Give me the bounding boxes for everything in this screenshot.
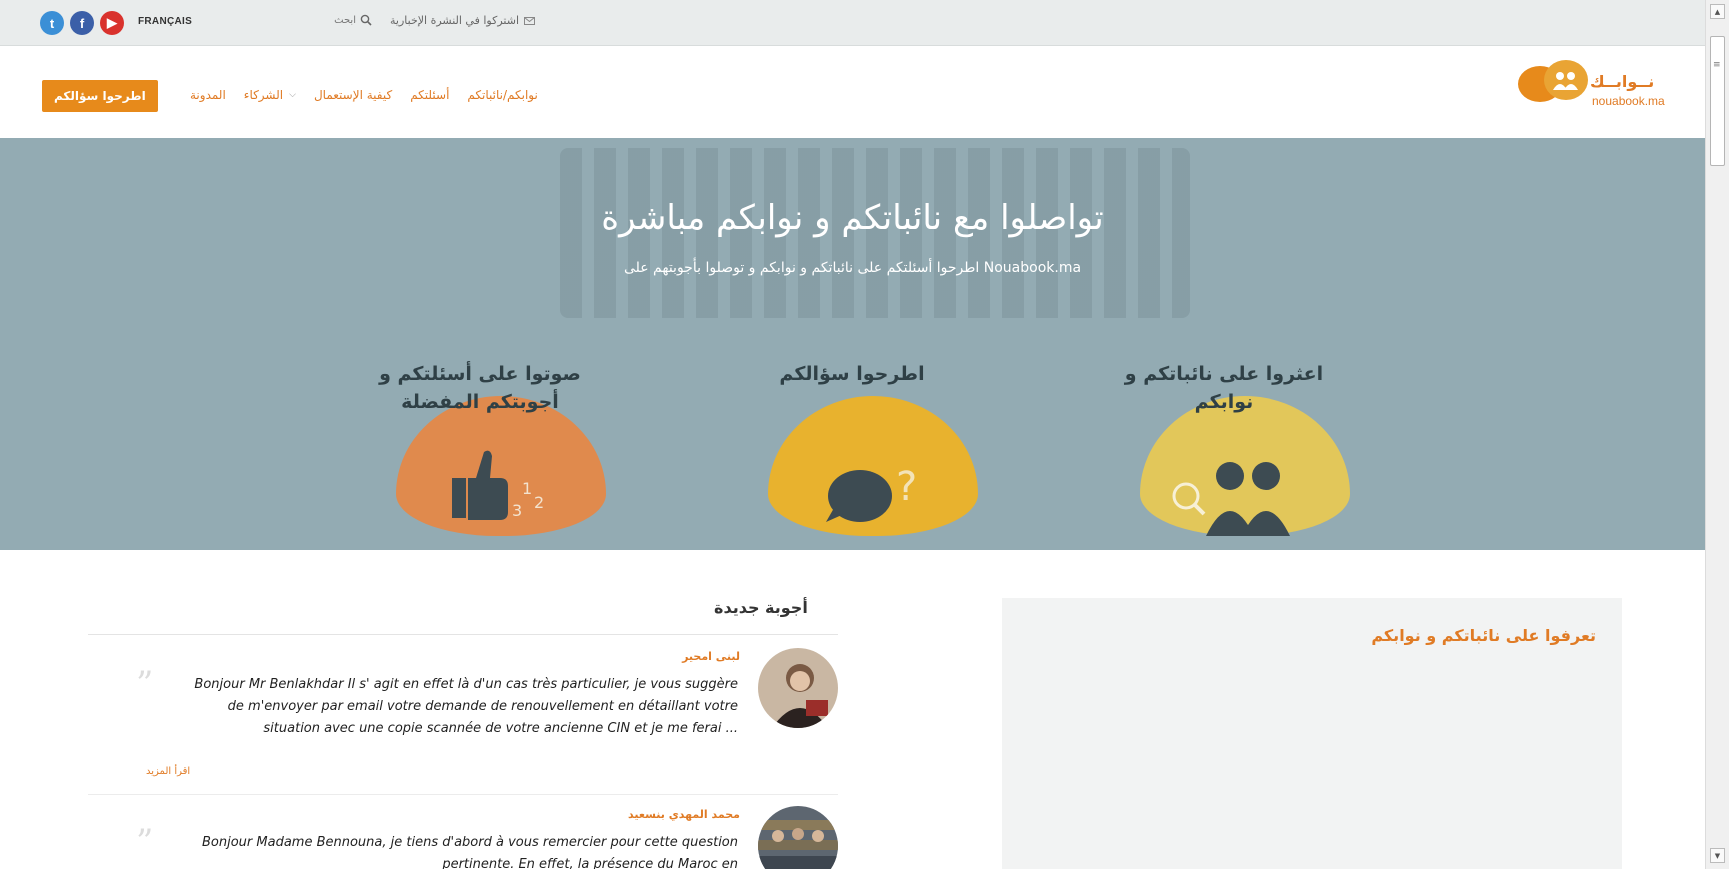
scroll-up-arrow-icon[interactable]: ▲ xyxy=(1710,4,1725,19)
chat-question-icon: ? xyxy=(826,464,917,522)
grip-icon: ≡ xyxy=(1713,60,1721,70)
feature-vote-label: صوتوا على أسئلتكم و أجوبتكم المفضلة xyxy=(379,363,581,413)
social-links: t f ▶ xyxy=(40,11,124,35)
svg-text:2: 2 xyxy=(534,493,544,512)
hero-title: تواصلوا مع نائباتكم و نوابكم مباشرة xyxy=(601,198,1104,238)
newsletter-link[interactable]: اشتركوا في النشرة الإخبارية xyxy=(390,14,535,27)
main-navigation: اطرحوا سؤالكم المدونة الشركاء ⌵ كيفية ال… xyxy=(0,46,1705,138)
quote-icon: ” xyxy=(136,664,154,704)
newsletter-label: اشتركوا في النشرة الإخبارية xyxy=(390,14,519,27)
quote-icon: ” xyxy=(136,822,154,862)
answer-author[interactable]: محمد المهدي بنسعيد xyxy=(628,808,740,821)
answer-text: Bonjour Mr Benlakhdar Il s' agit en effe… xyxy=(194,677,738,736)
answer-text: Bonjour Madame Bennouna, je tiens d'abor… xyxy=(202,835,738,869)
twitter-glyph: t xyxy=(49,15,55,31)
find-deputies-heading: تعرفوا على نائباتكم و نوابكم xyxy=(1371,626,1596,645)
feature-vote[interactable]: 1 2 3 صوتوا على أسئلتكم و أجوبتكم المفضل… xyxy=(350,360,610,536)
language-switch-link[interactable]: FRANÇAIS xyxy=(138,16,192,27)
svg-text:3: 3 xyxy=(512,501,522,520)
avatar[interactable] xyxy=(758,806,838,869)
feature-ask-label: اطرحوا سؤالكم xyxy=(779,363,925,385)
youtube-glyph: ▶ xyxy=(107,15,117,30)
youtube-icon[interactable]: ▶ xyxy=(100,11,124,35)
ask-question-button[interactable]: اطرحوا سؤالكم xyxy=(42,80,158,112)
nav-deputies[interactable]: نوابكم/نائباتكم xyxy=(467,88,537,102)
logo-arabic-text: نــوابــك xyxy=(1590,72,1655,91)
vote-blob: 1 2 3 xyxy=(396,396,606,536)
nav-blog[interactable]: المدونة xyxy=(190,88,226,102)
avatar[interactable] xyxy=(758,648,838,728)
hero-banner: تواصلوا مع نائباتكم و نوابكم مباشرة اطرح… xyxy=(0,138,1705,550)
read-more-link[interactable]: اقرأ المزيد xyxy=(146,766,190,777)
thumbs-up-ranking-icon: 1 2 3 xyxy=(452,450,544,520)
site-logo[interactable]: نــوابــك nouabook.ma xyxy=(1518,60,1678,118)
top-utility-bar: t f ▶ FRANÇAIS اشتركوا في النشرة الإخبار… xyxy=(0,0,1705,46)
chevron-down-icon[interactable]: ⌵ xyxy=(289,90,296,100)
svg-text:?: ? xyxy=(896,464,917,510)
nav-questions[interactable]: أسئلتكم xyxy=(410,88,449,102)
search-input[interactable] xyxy=(330,14,356,26)
scrollbar-thumb[interactable] xyxy=(1710,36,1725,166)
new-answers-heading: أجوبة جديدة xyxy=(714,598,808,617)
logo-latin-text: nouabook.ma xyxy=(1592,94,1665,108)
facebook-glyph: f xyxy=(79,15,85,31)
feature-find-label: اعثروا على نائباتكم و نوابكم xyxy=(1124,363,1324,413)
people-search-icon xyxy=(1172,462,1290,536)
find-deputies-panel: تعرفوا على نائباتكم و نوابكم xyxy=(1002,598,1622,869)
facebook-icon[interactable]: f xyxy=(70,11,94,35)
feature-find[interactable]: اعثروا على نائباتكم و نوابكم xyxy=(1094,360,1354,536)
divider xyxy=(88,794,838,795)
answer-author[interactable]: لبنى امحير xyxy=(682,650,740,663)
divider xyxy=(88,634,838,635)
search-icon[interactable] xyxy=(360,14,372,26)
nav-links: المدونة الشركاء ⌵ كيفية الإستعمال أسئلتك… xyxy=(190,88,538,102)
nav-how-to-use[interactable]: كيفية الإستعمال xyxy=(314,88,392,102)
nav-partners[interactable]: الشركاء xyxy=(244,88,283,102)
page-scrollbar[interactable]: ▲ ≡ ▼ xyxy=(1705,0,1729,869)
feature-ask[interactable]: ? اطرحوا سؤالكم xyxy=(722,360,982,536)
envelope-icon xyxy=(524,16,535,25)
hero-subtitle: اطرحوا أسئلتكم على نائباتكم و نوابكم و ت… xyxy=(623,260,1082,276)
find-blob xyxy=(1140,396,1350,536)
scroll-down-arrow-icon[interactable]: ▼ xyxy=(1710,848,1725,863)
twitter-icon[interactable]: t xyxy=(40,11,64,35)
ask-blob: ? xyxy=(768,396,978,536)
svg-text:1: 1 xyxy=(522,479,532,498)
logo-people-icon xyxy=(1544,60,1588,100)
search-box xyxy=(330,14,372,26)
